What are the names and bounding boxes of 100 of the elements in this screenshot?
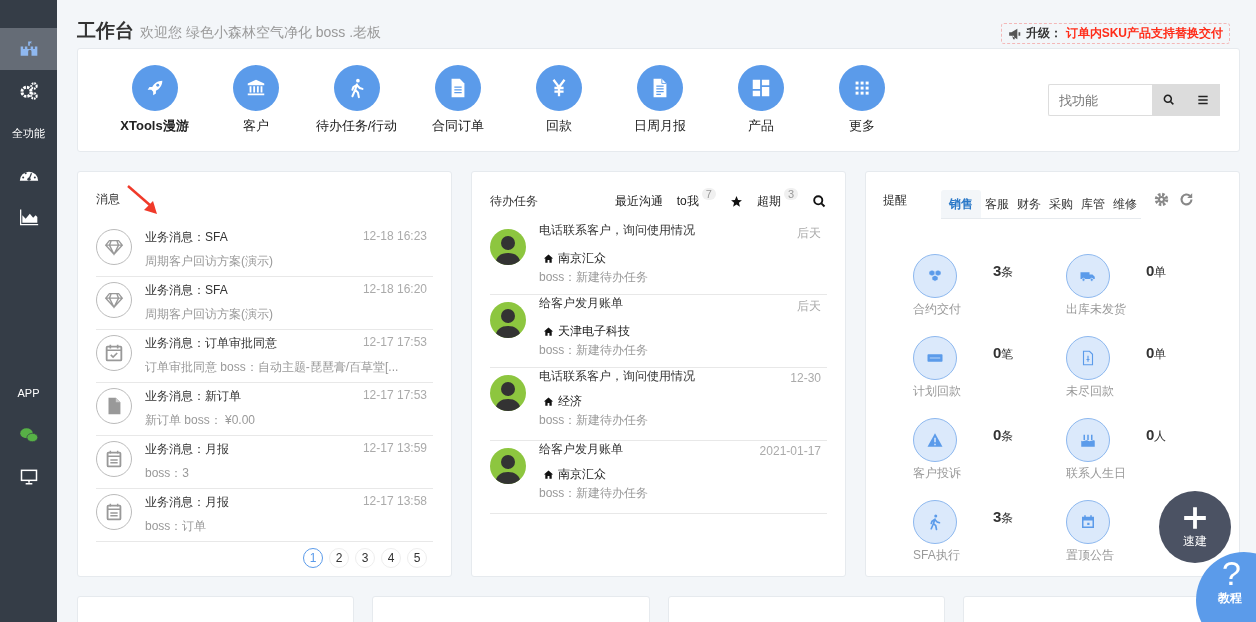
sidebar-item[interactable]: 全功能 <box>0 112 57 154</box>
page-link[interactable]: 5 <box>407 548 427 568</box>
message-detail: 订单审批同意 boss：自动主题-琵琶膏/百草堂[... <box>145 359 400 376</box>
message-detail: 新订单 boss： ¥0.00 <box>145 412 257 429</box>
reminder-count: 0单 <box>1146 262 1167 281</box>
reminder-count: 0单 <box>1146 344 1167 363</box>
count-badge: 3 <box>783 187 798 200</box>
quick-menu-item[interactable]: 产品 <box>710 65 811 135</box>
page-title: 工作台 <box>77 20 134 41</box>
reminder-count: 3条 <box>993 262 1014 281</box>
count-badge: 7 <box>701 187 716 200</box>
sidebar-item[interactable]: APP <box>0 372 57 414</box>
reminder-label: 出库未发货 <box>1066 301 1126 318</box>
card-title: 提醒 <box>883 192 908 209</box>
category-tab[interactable]: 采购 <box>1045 190 1077 218</box>
message-time: 12-17 13:59 <box>362 441 427 457</box>
message-detail: 周期客户回访方案(演示) <box>145 306 274 323</box>
calendar-check-icon <box>103 342 125 364</box>
message-time: 12-18 16:23 <box>362 229 427 245</box>
reminder-label: 客户投诉 <box>913 465 961 482</box>
reminder-icon-badge[interactable] <box>1066 254 1110 298</box>
reminder-label: 计划回款 <box>913 383 961 400</box>
search-icon <box>1162 93 1176 107</box>
message-time: 12-18 16:20 <box>362 282 427 298</box>
category-tab[interactable]: 库管 <box>1077 190 1109 218</box>
avatar <box>490 302 526 338</box>
company-name[interactable]: 天津电子科技 <box>558 323 630 340</box>
task-note: boss：新建待办任务 <box>539 269 650 286</box>
category-tab[interactable]: 维修 <box>1109 190 1141 218</box>
reminder-icon-badge[interactable] <box>1066 418 1110 462</box>
settings-icon[interactable] <box>1153 191 1170 208</box>
avatar <box>490 448 526 484</box>
avatar <box>490 229 526 265</box>
menu-button[interactable] <box>1186 84 1220 116</box>
reminder-label: SFA执行 <box>913 547 960 564</box>
card-title: 待办任务 <box>490 192 539 210</box>
quick-menu-item[interactable]: 日周月报 <box>609 65 710 135</box>
task-title[interactable]: 给客户发月账单 <box>539 441 623 458</box>
reminder-label: 联系人生日 <box>1066 465 1126 482</box>
task-due-date: 后天 <box>797 225 821 242</box>
reminder-label: 置顶公告 <box>1066 547 1114 564</box>
filter-tab[interactable]: 最近沟通 <box>614 192 663 210</box>
settings-icon <box>18 81 39 101</box>
message-title[interactable]: 业务消息：订单审批同意 <box>145 335 277 352</box>
reminder-icon-badge[interactable] <box>1066 500 1110 544</box>
task-title[interactable]: 电话联系客户，询问使用情况 <box>539 222 695 242</box>
quick-menu-item[interactable]: 待办任务/行动 <box>306 65 407 135</box>
plus-icon <box>1182 504 1208 531</box>
company-name[interactable]: 南京汇众 <box>558 250 606 267</box>
task-note: boss：新建待办任务 <box>539 485 650 502</box>
task-due-date: 12-30 <box>790 371 821 385</box>
page-link[interactable]: 2 <box>329 548 349 568</box>
category-tab[interactable]: 客服 <box>981 190 1013 218</box>
area-chart-icon <box>18 207 39 227</box>
reminder-icon-badge[interactable] <box>913 254 957 298</box>
quick-menu-item[interactable]: 更多 <box>811 65 912 135</box>
search-icon[interactable] <box>812 193 827 209</box>
category-tab[interactable]: 销售 <box>941 190 981 218</box>
quick-menu-item[interactable]: 合同订单 <box>407 65 508 135</box>
reminder-icon-badge[interactable] <box>913 500 957 544</box>
page-link[interactable]: 3 <box>355 548 375 568</box>
category-tab[interactable]: 财务 <box>1013 190 1045 218</box>
reminder-icon-badge[interactable] <box>1066 336 1110 380</box>
task-note: boss：新建待办任务 <box>539 342 650 359</box>
reminder-label: 合约交付 <box>913 301 961 318</box>
reminder-count: 0人 <box>1146 426 1167 445</box>
task-title[interactable]: 给客户发月账单 <box>539 295 623 315</box>
task-title[interactable]: 电话联系客户，询问使用情况 <box>539 368 695 385</box>
quick-menu-item[interactable]: 客户 <box>205 65 306 135</box>
reminder-count: 3条 <box>993 508 1014 527</box>
refresh-icon[interactable] <box>1178 191 1195 208</box>
message-detail: boss：3 <box>145 465 191 482</box>
search-field[interactable]: 找功能 <box>1048 84 1152 116</box>
calendar-icon <box>1079 513 1097 531</box>
page-link[interactable]: 4 <box>381 548 401 568</box>
reminder-count: 0条 <box>993 426 1014 445</box>
task-due-date: 2021-01-17 <box>759 444 821 458</box>
message-title[interactable]: 业务消息：月报 <box>145 494 229 511</box>
quick-menu-item[interactable]: 回款 <box>508 65 609 135</box>
castle-icon <box>18 39 39 59</box>
reminder-count: 0笔 <box>993 344 1014 363</box>
message-detail: boss：订单 <box>145 518 208 535</box>
company-name[interactable]: 经济 <box>558 393 582 410</box>
warning-icon <box>926 431 944 449</box>
message-title[interactable]: 业务消息：新订单 <box>145 388 241 405</box>
search-button[interactable] <box>1152 84 1186 116</box>
message-title[interactable]: 业务消息：月报 <box>145 441 229 458</box>
house-icon <box>543 326 554 337</box>
quick-menu-item[interactable]: XTools漫游 <box>104 65 205 135</box>
reminder-icon-badge[interactable] <box>913 336 957 380</box>
message-title[interactable]: 业务消息：SFA <box>145 229 228 246</box>
upgrade-notice[interactable]: 升级： 订单内SKU产品支持替换交付 <box>1000 23 1230 44</box>
message-time: 12-17 17:53 <box>362 335 427 351</box>
star-icon[interactable] <box>729 194 743 208</box>
company-name[interactable]: 南京汇众 <box>558 466 606 483</box>
reminder-label: 未尽回款 <box>1066 383 1114 400</box>
welcome-text: 欢迎您 绿色小森林空气净化 boss .老板 <box>140 24 382 40</box>
avatar <box>490 375 526 411</box>
message-title[interactable]: 业务消息：SFA <box>145 282 228 299</box>
reminder-icon-badge[interactable] <box>913 418 957 462</box>
